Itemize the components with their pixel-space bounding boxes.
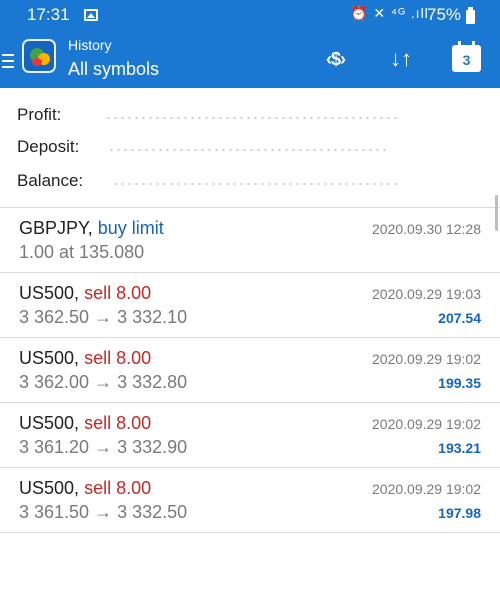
battery-icon (466, 7, 475, 24)
order-action: sell 8.00 (84, 283, 152, 303)
battery-percent: 75% (427, 5, 462, 24)
order-symbol: US500 (19, 413, 75, 433)
balance-label: Balance: (17, 171, 84, 190)
deposit-label: Deposit: (17, 137, 80, 156)
calendar-day: 3 (462, 52, 471, 68)
order-profit: 199.35 (438, 375, 481, 391)
balance-value-placeholder (112, 183, 402, 185)
calendar-icon[interactable]: 3 (452, 41, 481, 72)
profit-label: Profit: (17, 105, 62, 124)
symbol-filter[interactable]: All symbols (68, 59, 159, 80)
order-time: 2020.09.29 19:02 (372, 351, 481, 367)
order-item[interactable]: GBPJPY, buy limit 1.00 at 135.080 2020.0… (0, 208, 500, 273)
order-action: sell 8.00 (84, 348, 152, 368)
status-icons: ⏰ ✕ ⁴ᴳ .ıll (350, 5, 429, 21)
order-action: sell 8.00 (84, 478, 152, 498)
order-time: 2020.09.29 19:02 (372, 481, 481, 497)
deposit-value-placeholder (108, 149, 388, 151)
order-symbol: US500 (19, 478, 75, 498)
order-action: sell 8.00 (84, 413, 152, 433)
sort-icon[interactable]: ↓↑ (390, 46, 412, 72)
menu-icon[interactable] (2, 54, 14, 68)
deposit-withdraw-icon[interactable]: ‹$› (326, 49, 346, 70)
order-symbol: US500 (19, 348, 75, 368)
order-profit: 197.98 (438, 505, 481, 521)
order-item[interactable]: US500, sell 8.00 3 362.00 → 3 332.80 202… (0, 338, 500, 403)
order-item[interactable]: US500, sell 8.00 3 361.20 → 3 332.90 202… (0, 403, 500, 468)
order-detail: 1.00 at 135.080 (19, 242, 145, 262)
order-detail: 3 362.50 → 3 332.10 (19, 307, 188, 327)
order-detail: 3 361.50 → 3 332.50 (19, 502, 188, 522)
order-detail: 3 361.20 → 3 332.90 (19, 437, 188, 457)
order-time: 2020.09.30 12:28 (372, 221, 481, 237)
app-bar: History All symbols ‹$› ↓↑ 3 (0, 33, 500, 88)
order-profit: 207.54 (438, 310, 481, 326)
order-detail: 3 362.00 → 3 332.80 (19, 372, 188, 392)
order-symbol: GBPJPY (19, 218, 88, 238)
gallery-notification-icon (84, 9, 98, 21)
order-item[interactable]: US500, sell 8.00 3 361.50 → 3 332.50 202… (0, 468, 500, 533)
history-summary: Profit: Deposit: Balance: (0, 88, 500, 208)
order-time: 2020.09.29 19:03 (372, 286, 481, 302)
order-profit: 193.21 (438, 440, 481, 456)
page-title: History (68, 37, 112, 53)
order-action: buy limit (97, 218, 164, 238)
profit-value-placeholder (105, 117, 400, 119)
order-symbol: US500 (19, 283, 75, 303)
app-logo[interactable] (22, 39, 56, 73)
order-item[interactable]: US500, sell 8.00 3 362.50 → 3 332.10 202… (0, 273, 500, 338)
status-bar: 17:31 ⏰ ✕ ⁴ᴳ .ıll 75% (0, 0, 500, 33)
status-time: 17:31 (27, 5, 70, 24)
order-time: 2020.09.29 19:02 (372, 416, 481, 432)
